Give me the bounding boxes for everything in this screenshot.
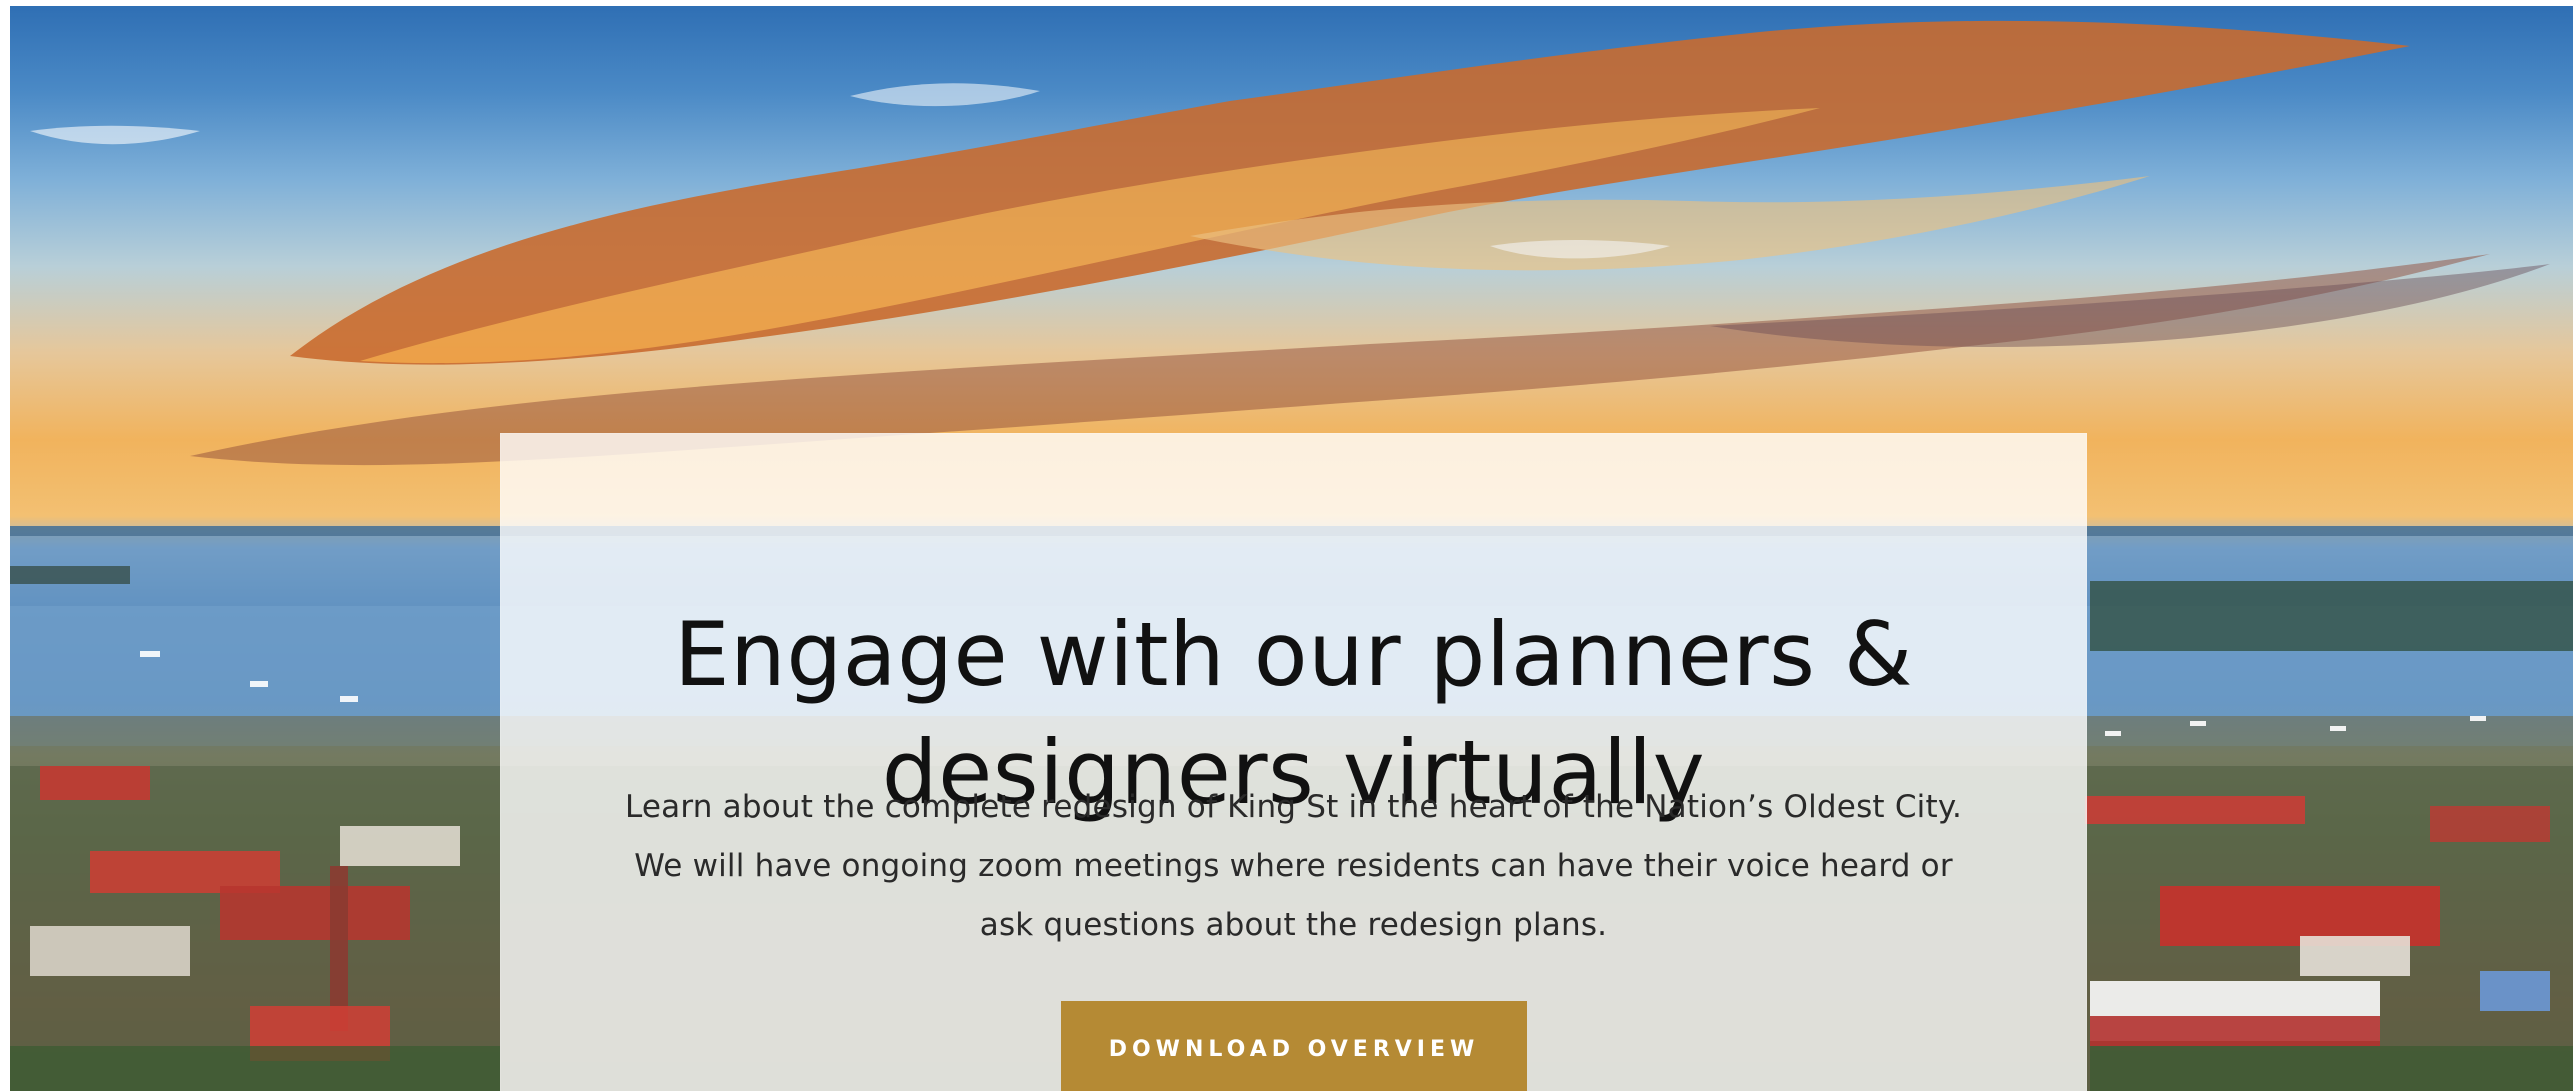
- overlay-card-content: Engage with our planners & designers vir…: [500, 433, 2087, 1091]
- hero-description: Learn about the complete redesign of Kin…: [570, 778, 2017, 955]
- hero-description-line-1: Learn about the complete redesign of Kin…: [624, 789, 1963, 825]
- hero-section: Engage with our planners & designers vir…: [10, 6, 2573, 1091]
- hero-title-line-1: Engage with our planners &: [673, 602, 1914, 706]
- cloud-layer: [30, 20, 2550, 466]
- hero-description-line-3: ask questions about the redesign plans.: [979, 907, 1608, 943]
- download-overview-button[interactable]: DOWNLOAD OVERVIEW: [1061, 1001, 1527, 1091]
- overlay-card: Engage with our planners & designers vir…: [500, 433, 2087, 1091]
- hero-description-line-2: We will have ongoing zoom meetings where…: [634, 848, 1953, 884]
